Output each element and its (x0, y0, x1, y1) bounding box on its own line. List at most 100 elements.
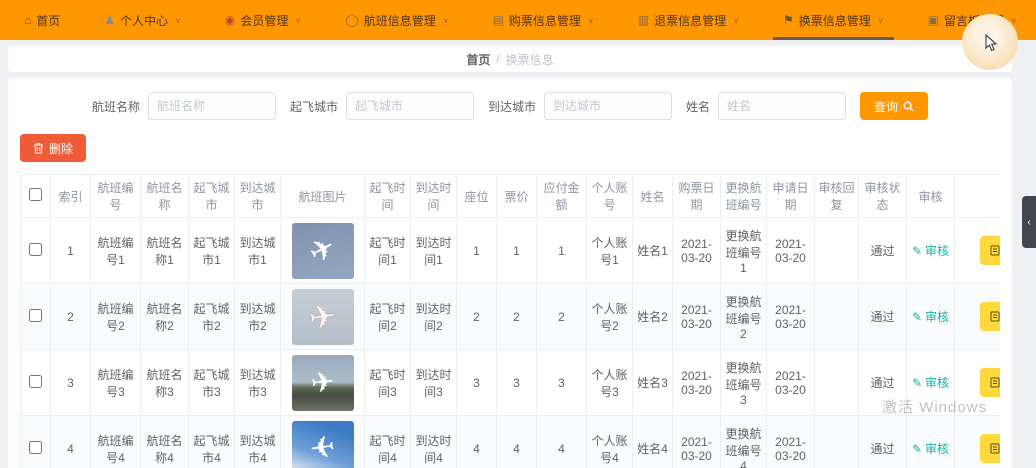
trash-icon (34, 143, 43, 154)
apply_date-cell: 2021-03-20 (766, 415, 815, 468)
airplane-icon: ✈ (303, 229, 342, 272)
chevron-down-icon: ∨ (877, 15, 884, 25)
table-row: 1 航班编号1 航班名称1 起飞城市1 到达城市1 ✈ 起飞时间1 到达时间1 1 1 1 个人账号1… (20, 217, 1000, 284)
buy_date-cell: 2021-03-20 (672, 283, 721, 350)
index-cell: 3 (50, 349, 91, 416)
pencil-icon: ✎ (911, 309, 923, 324)
top-navbar: ⌂ 首页 ♟ 个人中心 ∨ ◉ 会员管理 ∨ ◯ 航班信息管理 ∨ ▤ 购票信息管理 ∨ ▥ 退票信息管理 ∨ ⚑… (0, 0, 1036, 40)
row-checkbox[interactable] (29, 374, 42, 388)
refund-icon: ▥ (637, 13, 650, 27)
column-header: 到达时间 (410, 174, 457, 218)
flight-icon: ◯ (345, 13, 359, 27)
breadcrumb: 首页 / 换票信息 (8, 46, 1012, 72)
arrive_city-cell: 到达城市2 (234, 283, 281, 350)
arrive_city-cell: 到达城市3 (234, 349, 281, 416)
row-select-cell (20, 217, 51, 284)
nav-item-refund[interactable]: ▥ 退票信息管理 ∨ (624, 0, 753, 40)
seat-cell: 1 (456, 217, 497, 284)
flight-image-cell: ✈ (280, 283, 365, 350)
name-cell: 姓名1 (632, 217, 673, 284)
document-icon (990, 245, 1000, 256)
detail-button[interactable]: 详情 (980, 434, 1000, 463)
seat-cell: 3 (456, 349, 497, 416)
depart_time-cell: 起飞时间4 (364, 415, 411, 468)
nav-item-ticket[interactable]: ▤ 购票信息管理 ∨ (479, 0, 608, 40)
content-card: 航班名称起飞城市到达城市姓名查询 删除 索引航班编号航班名称起飞城市到达城市航班… (8, 78, 1012, 468)
search-input-0[interactable] (147, 92, 276, 120)
arrive_time-cell: 到达时间3 (410, 349, 457, 416)
airplane-icon: ✈ (309, 364, 336, 401)
flight_no-cell: 航班编号2 (90, 283, 141, 350)
chevron-down-icon: ∨ (295, 15, 302, 25)
search-input-1[interactable] (345, 92, 474, 120)
flight-photo: ✈ (291, 288, 354, 345)
detail-button[interactable]: 详情 (980, 236, 1000, 265)
chevron-down-icon: ∨ (1011, 15, 1017, 25)
new_flight_no-cell: 更换航班编号4 (720, 415, 767, 468)
flight_name-cell: 航班名称2 (140, 283, 189, 350)
index-cell: 2 (50, 283, 91, 350)
row-select-cell (20, 415, 51, 468)
audit-link[interactable]: ✎ 审核 (912, 308, 949, 325)
flight-image-cell: ✈ (280, 415, 365, 468)
flight_name-cell: 航班名称3 (140, 349, 189, 416)
audit-link[interactable]: ✎ 审核 (912, 242, 949, 259)
chevron-down-icon: ∨ (587, 15, 594, 25)
pencil-icon: ✎ (911, 375, 923, 390)
audit-link[interactable]: ✎ 审核 (912, 374, 949, 391)
review_status-cell: 通过 (858, 217, 907, 284)
depart_city-cell: 起飞城市1 (188, 217, 235, 284)
flight_no-cell: 航班编号3 (90, 349, 141, 416)
amount-cell: 2 (536, 283, 587, 350)
account-cell: 个人账号4 (586, 415, 633, 468)
exchange-ticket-table: 索引 航班编号 航班名称 起飞城市 到达城市 航班图片 起飞时间 到达时间 座位 票价 应付金额 个人… (20, 174, 1000, 468)
amount-cell: 4 (536, 415, 587, 468)
flight-photo: ✈ (291, 222, 354, 279)
new_flight_no-cell: 更换航班编号3 (720, 349, 767, 416)
search-form: 航班名称 起飞城市 到达城市 姓名 查询 (20, 88, 1000, 132)
column-header: 审核回复 (814, 174, 859, 218)
detail-button[interactable]: 详情 (980, 302, 1000, 331)
depart_city-cell: 起飞城市4 (188, 415, 235, 468)
breadcrumb-home[interactable]: 首页 (466, 51, 490, 68)
document-icon (990, 443, 1000, 454)
column-header: 更换航班编号 (720, 174, 767, 218)
new_flight_no-cell: 更换航班编号2 (720, 283, 767, 350)
row-checkbox[interactable] (29, 308, 42, 322)
data-table-container: 索引 航班编号 航班名称 起飞城市 到达城市 航班图片 起飞时间 到达时间 座位 票价 应付金额 个人… (20, 174, 1000, 468)
row-checkbox[interactable] (29, 440, 42, 454)
detail-button[interactable]: 详情 (980, 368, 1000, 397)
message-icon: ▣ (927, 13, 939, 27)
column-header: 航班名称 (140, 174, 189, 218)
collapse-panel-toggle[interactable]: ‹ (1022, 196, 1036, 248)
column-header: 航班图片 (280, 174, 365, 218)
arrive_time-cell: 到达时间4 (410, 415, 457, 468)
delete-button[interactable]: 删除 (20, 134, 87, 162)
seat-cell: 4 (456, 415, 497, 468)
column-header: 姓名 (632, 174, 673, 218)
nav-item-member[interactable]: ◉ 会员管理 ∨ (211, 0, 315, 40)
nav-item-flight[interactable]: ◯ 航班信息管理 ∨ (331, 0, 462, 40)
review_reply-cell (814, 415, 859, 468)
column-header: 审核状态 (858, 174, 907, 218)
action-cell: 详情 (954, 283, 1000, 350)
audit-link[interactable]: ✎ 审核 (912, 440, 949, 457)
name-cell: 姓名2 (632, 283, 673, 350)
column-header: 起飞时间 (364, 174, 411, 218)
nav-item-home[interactable]: ⌂ 首页 (10, 0, 74, 40)
search-input-2[interactable] (544, 92, 672, 120)
arrive_time-cell: 到达时间2 (410, 283, 457, 350)
search-field-3: 姓名 (686, 92, 847, 120)
search-input-3[interactable] (718, 92, 847, 120)
flight-photo: ✈ (291, 354, 354, 411)
query-button[interactable]: 查询 (860, 92, 929, 120)
nav-item-exchange[interactable]: ⚑ 换票信息管理 ∨ (769, 0, 898, 40)
nav-item-user[interactable]: ♟ 个人中心 ∨ (90, 0, 195, 40)
member-icon: ◉ (224, 13, 236, 27)
column-header: 索引 (50, 174, 91, 218)
column-header: 起飞城市 (188, 174, 235, 218)
chevron-down-icon: ∨ (733, 15, 740, 25)
row-checkbox[interactable] (29, 242, 42, 256)
select-all-checkbox[interactable] (29, 188, 42, 201)
index-cell: 4 (50, 415, 91, 468)
